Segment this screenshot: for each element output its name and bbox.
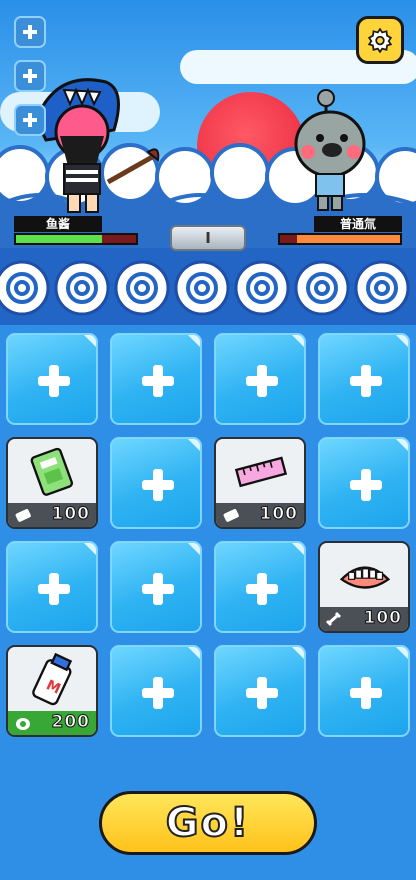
empty-slot[interactable] (110, 437, 202, 529)
plus-icon (350, 469, 382, 501)
empty-slot[interactable] (110, 333, 202, 425)
empty-slot[interactable] (6, 333, 98, 425)
plus-icon (38, 573, 70, 605)
empty-slot[interactable] (110, 645, 202, 737)
cost-bar: 100 (320, 607, 408, 631)
player-hp-fill (16, 235, 103, 243)
plus-icon (23, 113, 37, 127)
eraser-icon (15, 509, 31, 522)
plus-icon (23, 25, 37, 39)
cost-value: 100 (51, 504, 90, 525)
empty-slot[interactable] (6, 541, 98, 633)
plus-icon (350, 677, 382, 709)
cost-value: 100 (259, 504, 298, 525)
cost-bar: 100 (8, 503, 96, 527)
player-hp-track (14, 233, 138, 245)
book-icon (30, 447, 74, 496)
empty-slot[interactable] (318, 437, 410, 529)
side-add-button-3[interactable] (14, 104, 46, 136)
empty-slot[interactable] (214, 645, 306, 737)
round-indicator: I (170, 225, 246, 251)
plus-icon (246, 677, 278, 709)
eraser-icon (223, 509, 239, 522)
bone-icon (326, 611, 342, 627)
waves-front (0, 248, 416, 325)
go-button[interactable]: Go! (99, 791, 317, 855)
item-slot[interactable]: 100 (214, 437, 306, 529)
empty-slot[interactable] (214, 333, 306, 425)
item-slot[interactable]: M 200 (6, 645, 98, 737)
plus-icon (142, 677, 174, 709)
plus-icon (350, 365, 382, 397)
player-status-bar: 鱼酱 (14, 216, 138, 248)
empty-slot[interactable] (318, 333, 410, 425)
cost-bar: 100 (216, 503, 304, 527)
empty-slot[interactable] (318, 645, 410, 737)
empty-slot[interactable] (110, 541, 202, 633)
battle-scene (0, 0, 416, 325)
glue-icon: M (32, 653, 73, 706)
ruler-icon (234, 456, 288, 488)
dentures-icon (339, 566, 391, 589)
gear-icon (367, 27, 393, 53)
enemy-name: 普通氚 (314, 216, 402, 232)
cost-value: 100 (363, 608, 402, 629)
plus-icon (142, 365, 174, 397)
player-name: 鱼酱 (14, 216, 102, 232)
side-add-button-1[interactable] (14, 16, 46, 48)
enemy-character (294, 89, 366, 211)
player-character (34, 78, 160, 213)
empty-slot[interactable] (214, 541, 306, 633)
item-slot[interactable]: 100 (6, 437, 98, 529)
footprint-icon (16, 718, 30, 730)
cost-bar: 200 (8, 711, 96, 735)
plus-icon (142, 469, 174, 501)
plus-icon (23, 69, 37, 83)
enemy-hp-track (278, 233, 402, 245)
plus-icon (246, 573, 278, 605)
item-slot[interactable]: 100 (318, 541, 410, 633)
plus-icon (246, 365, 278, 397)
settings-button[interactable] (356, 16, 404, 64)
side-add-button-2[interactable] (14, 60, 46, 92)
cost-value: 200 (51, 712, 90, 733)
enemy-hp-fill (296, 235, 400, 243)
go-button-label: Go! (165, 799, 251, 847)
enemy-status-bar: 普通氚 (278, 216, 402, 248)
plus-icon (142, 573, 174, 605)
plus-icon (38, 365, 70, 397)
